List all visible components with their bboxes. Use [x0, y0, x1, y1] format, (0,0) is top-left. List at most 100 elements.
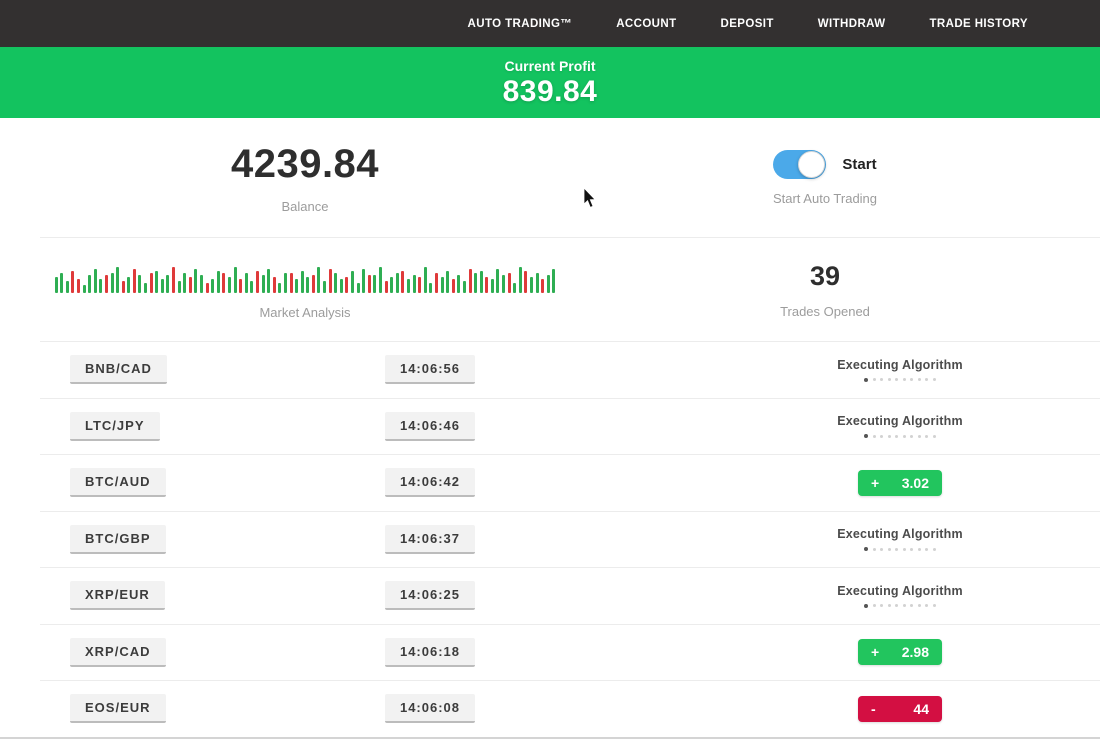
- profit-banner-label: Current Profit: [505, 58, 596, 74]
- candle-bar: [83, 285, 86, 293]
- trade-status: Executing Algorithm: [760, 414, 1040, 438]
- progress-dot: [873, 604, 876, 607]
- candle-bar: [250, 281, 253, 293]
- pair-chip: BTC/GBP: [70, 525, 166, 554]
- nav-item-account[interactable]: ACCOUNT: [616, 18, 676, 30]
- progress-dot: [910, 548, 913, 551]
- pair-chip: BTC/AUD: [70, 468, 166, 497]
- time-chip: 14:06:56: [385, 355, 475, 384]
- executing-label: Executing Algorithm: [837, 358, 963, 372]
- candle-bar: [530, 277, 533, 293]
- page-bottom-divider: [0, 737, 1100, 739]
- candle-bar: [245, 273, 248, 293]
- candle-bar: [435, 273, 438, 293]
- candle-bar: [496, 269, 499, 293]
- progress-dot: [918, 604, 921, 607]
- progress-dot: [933, 435, 936, 438]
- candle-bar: [407, 279, 410, 293]
- candle-bar: [357, 283, 360, 293]
- progress-dot: [910, 378, 913, 381]
- progress-dot: [888, 548, 891, 551]
- progress-dot: [880, 378, 883, 381]
- trade-status: +2.98: [760, 639, 1040, 665]
- candle-bar: [273, 277, 276, 293]
- progress-dot: [903, 378, 906, 381]
- market-analysis-chart: [55, 259, 556, 293]
- trade-row: BTC/AUD 14:06:42 +3.02: [40, 454, 1100, 511]
- time-chip: 14:06:08: [385, 694, 475, 723]
- top-nav: AUTO TRADING™ ACCOUNT DEPOSIT WITHDRAW TRADE…: [0, 0, 1100, 47]
- progress-dot: [933, 604, 936, 607]
- nav-item-auto-trading[interactable]: AUTO TRADING™: [468, 18, 573, 30]
- candle-bar: [502, 275, 505, 293]
- candle-bar: [194, 269, 197, 293]
- candle-bar: [541, 279, 544, 293]
- candle-bar: [284, 273, 287, 293]
- nav-item-trade-history[interactable]: TRADE HISTORY: [930, 18, 1029, 30]
- candle-bar: [413, 275, 416, 293]
- profit-badge: +2.98: [858, 639, 942, 665]
- candle-bar: [457, 275, 460, 293]
- badge-sign: +: [871, 475, 879, 491]
- progress-dot: [880, 604, 883, 607]
- pair-chip: LTC/JPY: [70, 412, 160, 441]
- candle-bar: [306, 277, 309, 293]
- progress-dot: [895, 435, 898, 438]
- progress-dot: [918, 435, 921, 438]
- candle-bar: [524, 271, 527, 293]
- candle-bar: [60, 273, 63, 293]
- trades-opened-label: Trades Opened: [780, 304, 870, 319]
- candle-bar: [77, 279, 80, 293]
- progress-dot: [895, 604, 898, 607]
- progress-dot: [895, 378, 898, 381]
- candle-bar: [424, 267, 427, 293]
- progress-dot: [925, 378, 928, 381]
- executing-progress-dots: [864, 434, 936, 438]
- candle-bar: [71, 271, 74, 293]
- auto-trading-toggle[interactable]: [773, 150, 826, 179]
- candle-bar: [317, 267, 320, 293]
- candle-bar: [183, 273, 186, 293]
- candle-bar: [155, 271, 158, 293]
- progress-dot: [910, 435, 913, 438]
- candle-bar: [228, 277, 231, 293]
- candle-bar: [127, 277, 130, 293]
- badge-amount: 3.02: [902, 475, 929, 491]
- pair-chip: BNB/CAD: [70, 355, 167, 384]
- candle-bar: [88, 275, 91, 293]
- candle-bar: [217, 271, 220, 293]
- candle-bar: [329, 269, 332, 293]
- nav-item-withdraw[interactable]: WITHDRAW: [818, 18, 886, 30]
- candle-bar: [513, 283, 516, 293]
- nav-item-deposit[interactable]: DEPOSIT: [721, 18, 774, 30]
- progress-dot: [910, 604, 913, 607]
- candle-bar: [368, 275, 371, 293]
- candle-bar: [144, 283, 147, 293]
- candle-bar: [385, 281, 388, 293]
- progress-dot: [880, 435, 883, 438]
- candle-bar: [519, 267, 522, 293]
- candle-bar: [390, 277, 393, 293]
- progress-dot: [895, 548, 898, 551]
- candle-bar: [340, 279, 343, 293]
- progress-dot: [888, 604, 891, 607]
- candle-bar: [429, 283, 432, 293]
- badge-sign: -: [871, 701, 876, 717]
- progress-dot: [888, 435, 891, 438]
- candle-bar: [278, 283, 281, 293]
- candle-bar: [172, 267, 175, 293]
- candle-bar: [379, 267, 382, 293]
- loss-badge: -44: [858, 696, 942, 722]
- candle-bar: [508, 273, 511, 293]
- candle-bar: [312, 275, 315, 293]
- progress-dot: [933, 548, 936, 551]
- trade-status: Executing Algorithm: [760, 584, 1040, 608]
- progress-dot: [864, 604, 868, 608]
- balance-label: Balance: [282, 199, 329, 214]
- trade-row: XRP/EUR 14:06:25 Executing Algorithm: [40, 567, 1100, 624]
- progress-dot: [873, 378, 876, 381]
- badge-amount: 2.98: [902, 644, 929, 660]
- executing-label: Executing Algorithm: [837, 414, 963, 428]
- trade-status: Executing Algorithm: [760, 527, 1040, 551]
- candle-bar: [178, 281, 181, 293]
